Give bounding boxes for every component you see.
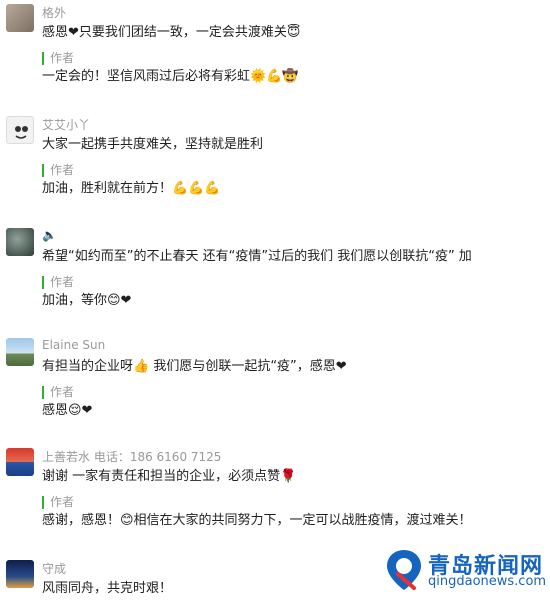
reply-text: 感恩😌❤ bbox=[42, 403, 93, 418]
comment-text: 大家一起携手共度难关，坚持就是胜利 bbox=[42, 137, 264, 152]
avatar[interactable] bbox=[6, 560, 34, 588]
reply-author-tag: 作者 bbox=[42, 164, 74, 177]
commenter-name[interactable]: 守成 bbox=[42, 560, 66, 577]
comment-feed: 格外 感恩❤只要我们团结一致，一定会共渡难关😇 作者 一定会的！坚信风雨过后必将… bbox=[0, 0, 550, 600]
avatar[interactable] bbox=[6, 338, 34, 366]
reply-text: 感谢，感恩！😊相信在大家的共同努力下，一定可以战胜疫情，渡过难关！ bbox=[42, 513, 472, 528]
comment-text: 风雨同舟，共克时艰！ bbox=[42, 581, 173, 596]
comment-text: 谢谢 一家有责任和担当的企业，必须点赞🌹 bbox=[42, 469, 297, 484]
reply-text: 加油，等你😊❤ bbox=[42, 293, 132, 308]
commenter-name[interactable]: Elaine Sun bbox=[42, 338, 105, 352]
commenter-name[interactable]: 艾艾小丫 bbox=[42, 116, 90, 133]
commenter-name[interactable]: 上善若水 电话：186 6160 7125 bbox=[42, 448, 221, 465]
location-pin-icon bbox=[387, 550, 421, 590]
avatar[interactable] bbox=[6, 116, 34, 144]
reply-author-tag: 作者 bbox=[42, 276, 74, 289]
commenter-name[interactable]: 🔈 bbox=[42, 228, 57, 242]
avatar[interactable] bbox=[6, 4, 34, 32]
commenter-name[interactable]: 格外 bbox=[42, 4, 66, 21]
avatar[interactable] bbox=[6, 228, 34, 256]
comment-text: 有担当的企业呀👍 我们愿与创联一起抗“疫”，感恩❤ bbox=[42, 359, 347, 374]
reply-author-tag: 作者 bbox=[42, 496, 74, 509]
avatar[interactable] bbox=[6, 448, 34, 476]
reply-text: 加油，胜利就在前方！💪💪💪 bbox=[42, 181, 221, 196]
watermark-url: qingdaonews.com bbox=[428, 574, 547, 589]
reply-author-tag: 作者 bbox=[42, 52, 74, 65]
comment-text: 希望“如约而至”的不止春天 还有“疫情”过后的我们 我们愿以创联抗“疫” 加 bbox=[42, 249, 472, 264]
comment-text: 感恩❤只要我们团结一致，一定会共渡难关😇 bbox=[42, 25, 301, 40]
reply-text: 一定会的！坚信风雨过后必将有彩虹🌞💪🤠 bbox=[42, 69, 299, 84]
cartoon-avatar-icon bbox=[15, 126, 28, 139]
reply-author-tag: 作者 bbox=[42, 386, 74, 399]
qingdaonews-watermark: 青岛新闻网 qingdaonews.com bbox=[382, 546, 546, 594]
